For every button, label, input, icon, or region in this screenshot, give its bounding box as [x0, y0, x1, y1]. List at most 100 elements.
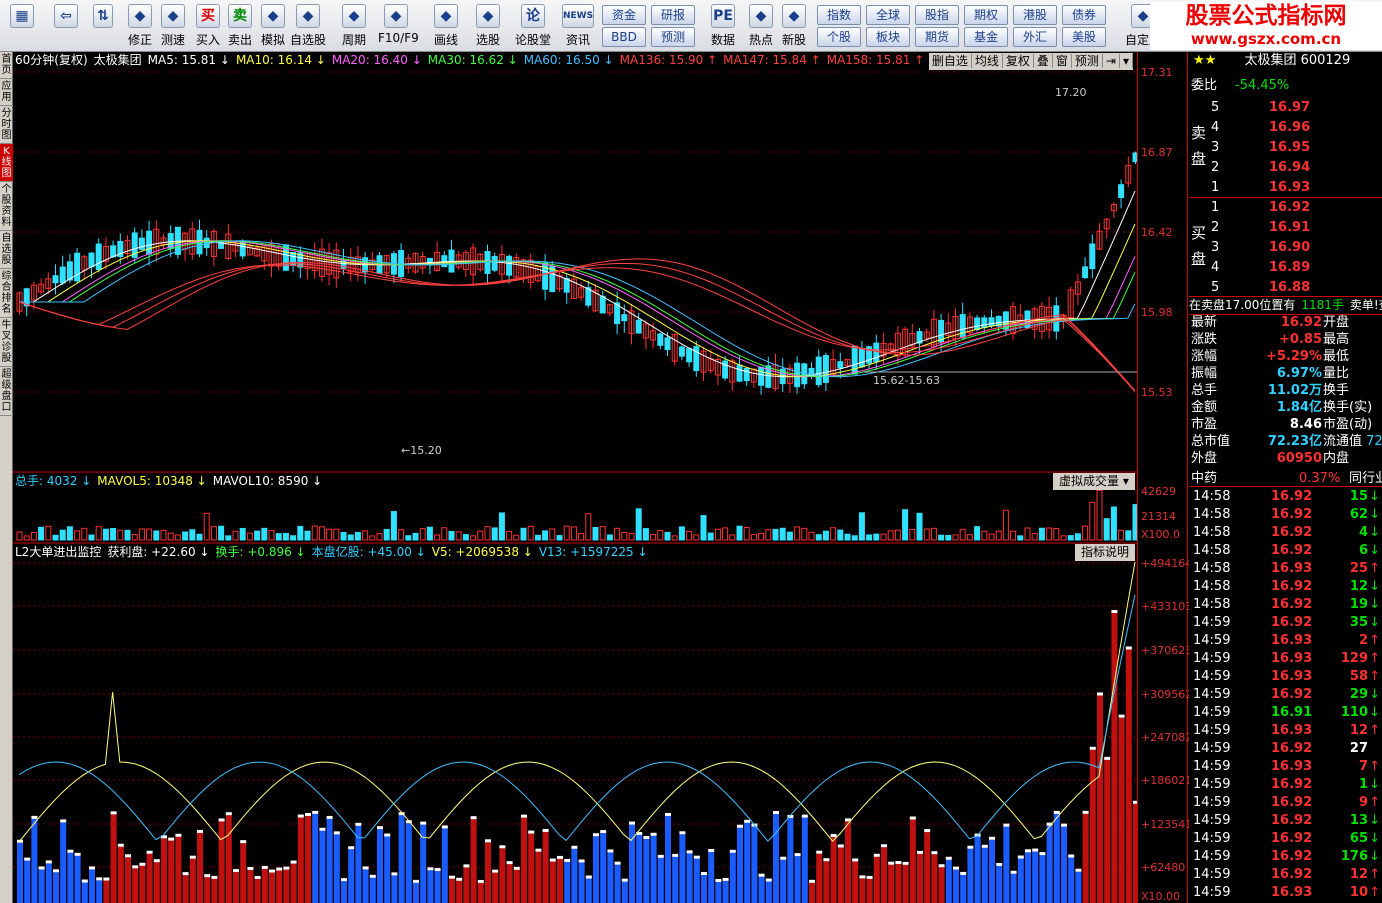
- toolbar-pe-button[interactable]: PE 数据: [705, 2, 741, 50]
- indicator-bar: [1125, 649, 1132, 903]
- quick-button-5[interactable]: 个股: [817, 27, 861, 47]
- indicator-cap: [600, 830, 607, 834]
- indicator-cap: [125, 854, 131, 858]
- toolbar-label: 选股: [475, 33, 500, 47]
- toolbar-news-button[interactable]: NEWS 资讯: [560, 2, 596, 50]
- indicator-bar: [780, 859, 787, 903]
- indicator-bar: [852, 861, 859, 903]
- view-button-0[interactable]: 删自选: [928, 54, 972, 68]
- volume-bar: [909, 529, 916, 541]
- indicator-cap: [614, 861, 621, 865]
- vol-label-2: MAVOL10: 8590 ↓: [212, 474, 323, 488]
- quick-button-14[interactable]: 债券: [1062, 5, 1106, 25]
- quick-button-15[interactable]: 美股: [1062, 27, 1106, 47]
- volume-bar: [477, 530, 484, 541]
- pin-icon[interactable]: ⇥: [1102, 54, 1120, 68]
- candle-body: [815, 356, 822, 386]
- toolbar-pen-button[interactable]: ◆ 画线: [428, 2, 464, 50]
- back-button[interactable]: ⇦: [50, 2, 82, 50]
- volume-bar: [642, 528, 649, 541]
- quick-button-11[interactable]: 基金: [964, 27, 1008, 47]
- volume-bar: [801, 527, 808, 541]
- quick-button-1[interactable]: BBD: [602, 27, 646, 47]
- ma-label-7: MA158: 15.81 ↑: [826, 53, 925, 67]
- kline-chart-area[interactable]: 17.20 ←15.20 15.62-15.63 60分钟(复权) 太极集团 MA5: …: [13, 52, 1137, 903]
- toolbar-f10-button[interactable]: ◆ F10/F9: [378, 2, 419, 50]
- side-tab-7[interactable]: 牛叉诊股: [0, 318, 13, 367]
- toolbar-hot-button[interactable]: ◆ 热点: [743, 2, 779, 50]
- windows-icon[interactable]: ▦: [6, 2, 38, 50]
- quick-button-10[interactable]: 期权: [964, 5, 1008, 25]
- toolbar-sell-button[interactable]: 卖卖出: [222, 2, 258, 50]
- indicator-bar: [1118, 717, 1125, 903]
- quick-button-6[interactable]: 全球: [866, 5, 910, 25]
- view-button-4[interactable]: 窗: [1052, 54, 1072, 68]
- side-tab-6[interactable]: 综合排名: [0, 269, 13, 318]
- tick-row: 14:58 16.92 12 ↓: [1193, 579, 1380, 594]
- volume-dropdown[interactable]: 虚拟成交量 ▾: [1053, 473, 1135, 490]
- side-tab-5[interactable]: 自选股: [0, 231, 13, 269]
- view-button-2[interactable]: 复权: [1002, 54, 1034, 68]
- indicator-bar: [110, 814, 117, 903]
- quick-button-13[interactable]: 外汇: [1013, 27, 1057, 47]
- toolbar-up-down-button[interactable]: ◆ 修正: [122, 2, 158, 50]
- quick-button-0[interactable]: 资金: [602, 5, 646, 25]
- side-tab-4[interactable]: 个股资料: [0, 182, 13, 231]
- quick-button-4[interactable]: 指数: [817, 5, 861, 25]
- toolbar-buy-button[interactable]: 买买入: [190, 2, 226, 50]
- updown-button[interactable]: ⇅: [90, 2, 116, 50]
- toolbar-star-button[interactable]: ◆ 自选股: [290, 2, 326, 50]
- toolbar-discuss-button[interactable]: 论论股堂: [515, 2, 551, 50]
- indicator-cap: [139, 862, 146, 866]
- indicator-bar: [650, 835, 657, 903]
- sell-label: 卖盘: [1191, 124, 1207, 168]
- indicator-bar: [859, 878, 866, 903]
- toolbar-select-button[interactable]: ◆ 选股: [470, 2, 506, 50]
- view-button-5[interactable]: 预测: [1071, 54, 1103, 68]
- volume-bar: [686, 530, 693, 541]
- toolbar-newstock-button[interactable]: ◆ 新股: [776, 2, 812, 50]
- pe-icon: PE: [711, 4, 735, 28]
- quick-button-7[interactable]: 板块: [866, 27, 910, 47]
- volume-bar: [167, 532, 174, 541]
- tick-row: 14:59 16.92 176 ↓: [1193, 849, 1380, 864]
- indicator-cap: [117, 843, 124, 847]
- indicator-bar: [254, 878, 261, 903]
- indicator-bar: [125, 857, 131, 903]
- view-button-3[interactable]: 叠: [1033, 54, 1053, 68]
- indicator-bar: [463, 867, 470, 903]
- indicator-bar: [139, 865, 146, 903]
- side-tab-1[interactable]: 应用: [0, 79, 13, 106]
- indicator-bar: [801, 817, 808, 903]
- toolbar-period-button[interactable]: ◆ 周期: [336, 2, 372, 50]
- indicator-cap: [290, 860, 297, 864]
- volume-bar: [729, 534, 736, 541]
- indicator-help-button[interactable]: 指标说明: [1075, 544, 1136, 561]
- indicator-cap: [967, 845, 974, 849]
- volume-bar: [59, 529, 66, 541]
- quick-button-9[interactable]: 期货: [915, 27, 959, 47]
- indicator-bar: [737, 827, 743, 903]
- toolbar-hammer-button[interactable]: ◆ 模拟: [255, 2, 291, 50]
- view-button-1[interactable]: 均线: [971, 54, 1003, 68]
- volume-bar: [491, 527, 498, 541]
- volume-bar: [160, 529, 167, 541]
- chevron-down-icon[interactable]: ▾: [1119, 54, 1133, 68]
- quick-button-8[interactable]: 股指: [915, 5, 959, 25]
- indicator-bar: [362, 869, 369, 903]
- quick-button-2[interactable]: 研报: [651, 5, 695, 25]
- ask-row: 3 16.95: [1211, 140, 1311, 155]
- side-tab-0[interactable]: 首页: [0, 52, 13, 79]
- side-tab-2[interactable]: 分时图: [0, 106, 13, 144]
- indicator-bar: [765, 881, 772, 903]
- stat-row: 涨幅 +5.29% 最低: [1191, 349, 1350, 364]
- toolbar-clock-button[interactable]: ◆ 测速: [155, 2, 191, 50]
- volume-bar: [858, 512, 865, 541]
- side-tab-3[interactable]: K线图: [0, 144, 13, 182]
- volume-bar: [419, 528, 426, 541]
- candle-body: [988, 317, 995, 327]
- quick-button-3[interactable]: 预测: [651, 27, 695, 47]
- side-tab-8[interactable]: 超级盘口: [0, 367, 13, 416]
- quick-button-12[interactable]: 港股: [1013, 5, 1057, 25]
- indicator-bar: [701, 875, 707, 903]
